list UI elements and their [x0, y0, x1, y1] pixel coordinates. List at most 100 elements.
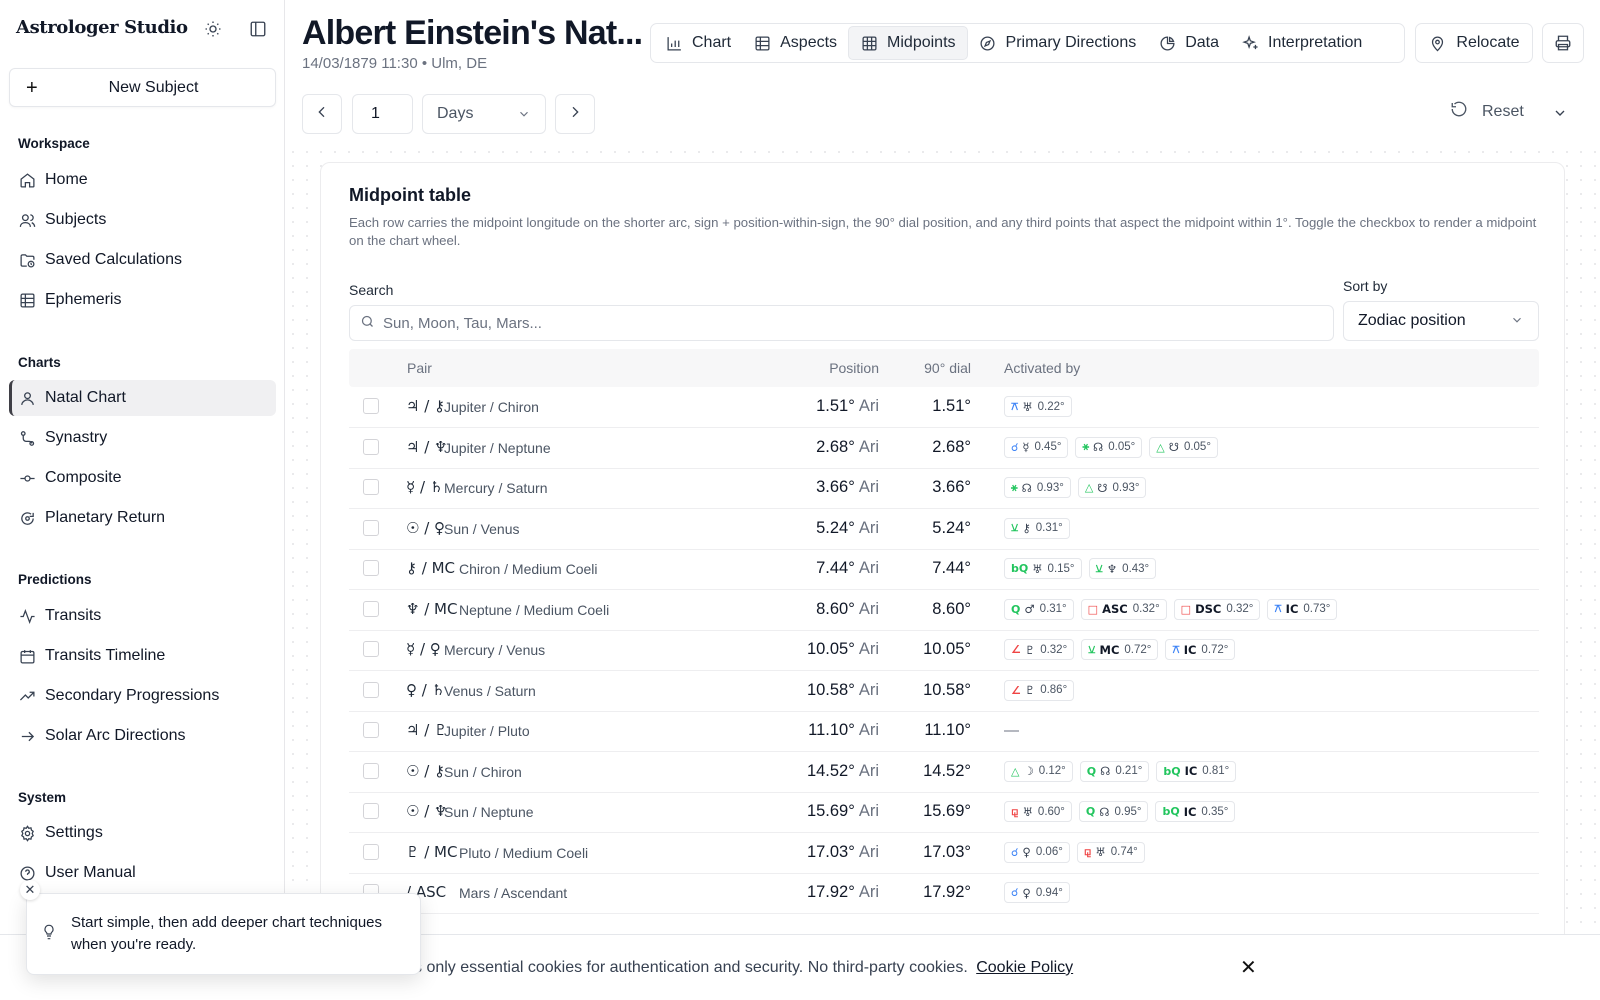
- sparkles-icon: [1241, 34, 1259, 52]
- aspect-orb: 0.05°: [1183, 441, 1211, 453]
- chevron-down-icon: [1510, 313, 1524, 332]
- col-dial: 90° dial: [924, 360, 971, 376]
- sidebar-item-home[interactable]: Home: [9, 162, 276, 198]
- aspect-point: ☊: [1100, 764, 1111, 778]
- aspect-point: DSC: [1195, 602, 1222, 616]
- cookie-policy-link[interactable]: Cookie Policy: [976, 959, 1073, 976]
- new-subject-button[interactable]: + New Subject: [9, 68, 276, 107]
- aspect-point: ♅: [1032, 561, 1043, 576]
- midpoint-position: 11.10° Ari: [808, 721, 879, 740]
- aspect-orb: 0.93°: [1112, 481, 1140, 494]
- row-checkbox[interactable]: [363, 398, 379, 414]
- sidebar-item-subjects[interactable]: Subjects: [9, 202, 276, 238]
- group-label-system: System: [18, 790, 67, 805]
- aspect-chip: ⚺ ⚷ 0.31°: [1004, 517, 1070, 539]
- aspect-glyph: bQ: [1163, 764, 1181, 778]
- step-amount-input[interactable]: 1: [352, 94, 413, 134]
- tab-midpoints[interactable]: Midpoints: [848, 26, 968, 60]
- aspect-glyph: Q: [1086, 764, 1097, 778]
- row-checkbox[interactable]: [363, 479, 379, 495]
- dial-position: 8.60°: [932, 599, 971, 618]
- chevron-down-icon[interactable]: [1552, 105, 1568, 125]
- row-checkbox[interactable]: [363, 600, 379, 617]
- sidebar-item-solar-arc-directions[interactable]: Solar Arc Directions: [9, 718, 276, 754]
- sidebar-item-transits[interactable]: Transits: [9, 598, 276, 634]
- search-icon: [360, 314, 375, 333]
- tab-label: Aspects: [780, 34, 838, 51]
- step-back-button[interactable]: [302, 94, 342, 134]
- row-checkbox[interactable]: [363, 722, 379, 738]
- dial-position: 10.05°: [923, 640, 971, 658]
- sidebar-item-composite[interactable]: Composite: [9, 460, 276, 496]
- sidebar-item-planetary-return[interactable]: Planetary Return: [9, 500, 276, 536]
- chevron-left-icon: [314, 104, 330, 125]
- sidebar-item-secondary-progressions[interactable]: Secondary Progressions: [9, 678, 276, 714]
- close-icon[interactable]: ✕: [1240, 955, 1257, 980]
- no-activation: —: [1004, 722, 1019, 739]
- pair-name: Mercury / Venus: [444, 642, 546, 658]
- row-checkbox[interactable]: [363, 438, 379, 455]
- sidebar-item-ephemeris[interactable]: Ephemeris: [9, 282, 276, 318]
- aspect-point: ☽: [1023, 764, 1034, 778]
- sidebar-toggle-icon[interactable]: [247, 18, 269, 40]
- position-sign: Ari: [858, 437, 879, 456]
- row-checkbox[interactable]: [363, 843, 379, 860]
- activity-icon: [18, 607, 36, 625]
- sidebar-item-user-manual[interactable]: User Manual: [9, 855, 276, 891]
- row-checkbox[interactable]: [363, 803, 379, 819]
- aspect-orb: 0.31°: [1039, 603, 1067, 615]
- sidebar-item-label: User Manual: [45, 864, 136, 881]
- grid-3x3-icon: [860, 34, 878, 52]
- aspect-chip: Q ☊ 0.21°: [1079, 760, 1150, 782]
- cookie-text: s only essential cookies for authenticat…: [414, 959, 1073, 977]
- pair-name: Jupiter / Chiron: [444, 399, 539, 415]
- reset-button[interactable]: Reset: [1450, 100, 1524, 123]
- position-degrees: 1.51°: [816, 397, 855, 415]
- aspect-point: ♀: [1022, 885, 1031, 900]
- row-checkbox[interactable]: [363, 681, 379, 698]
- sidebar-item-saved-calculations[interactable]: Saved Calculations: [9, 242, 276, 278]
- aspect-orb: 0.35°: [1201, 805, 1229, 818]
- aspect-chip: ⚺ MC 0.72°: [1081, 639, 1159, 660]
- aspect-glyph: Q: [1085, 805, 1096, 818]
- step-forward-button[interactable]: [555, 94, 595, 134]
- sidebar-item-synastry[interactable]: Synastry: [9, 420, 276, 456]
- table-row: / ASC Mars / Ascendant 17.92° Ari 17.92° ☌ ♀ 0.…: [349, 873, 1539, 914]
- activated-by: ∠ ♇ 0.86°: [1004, 679, 1075, 701]
- tab-interpretation[interactable]: Interpretation: [1230, 26, 1373, 60]
- activated-by: Q ♂ 0.31° □ ASC 0.32° □ DSC 0.32° ⚻ IC 0.73°: [1004, 598, 1338, 620]
- relocate-button[interactable]: Relocate: [1415, 23, 1533, 63]
- row-checkbox[interactable]: [363, 762, 379, 779]
- search-input[interactable]: [383, 314, 1283, 332]
- aspect-orb: 0.32°: [1226, 603, 1254, 615]
- view-tabs: Chart Aspects Midpoints Primary Directio…: [650, 23, 1405, 63]
- row-checkbox[interactable]: [363, 519, 379, 536]
- midpoint-position: 15.69° Ari: [807, 802, 879, 821]
- search-field[interactable]: [349, 305, 1334, 341]
- tab-primary-directions[interactable]: Primary Directions: [968, 26, 1148, 60]
- table-row: ♃ / ♆ Jupiter / Neptune 2.68° Ari 2.68° ☌ ☿ 0.4…: [349, 428, 1539, 469]
- aspect-orb: 0.32°: [1132, 603, 1160, 615]
- midpoint-position: 10.05° Ari: [807, 640, 879, 659]
- sidebar-item-settings[interactable]: Settings: [9, 815, 276, 851]
- theme-toggle-icon[interactable]: [202, 18, 224, 40]
- plus-icon: +: [26, 77, 38, 99]
- sidebar-item-label: Natal Chart: [45, 389, 126, 406]
- aspect-glyph: □: [1180, 602, 1192, 616]
- step-unit-select[interactable]: Days: [422, 94, 546, 134]
- aspect-orb: 0.81°: [1202, 765, 1230, 777]
- tab-data[interactable]: Data: [1147, 26, 1230, 60]
- close-icon[interactable]: ✕: [20, 880, 40, 900]
- aspect-chip: △ ☽ 0.12°: [1004, 760, 1073, 782]
- sidebar-item-natal-chart[interactable]: Natal Chart: [9, 380, 276, 416]
- row-checkbox[interactable]: [363, 641, 379, 657]
- table-header: Pair Position 90° dial Activated by: [349, 349, 1539, 387]
- print-button[interactable]: [1542, 23, 1584, 63]
- tab-aspects[interactable]: Aspects: [742, 26, 848, 60]
- sidebar-item-transits-timeline[interactable]: Transits Timeline: [9, 638, 276, 674]
- tab-chart[interactable]: Chart: [654, 26, 742, 60]
- position-degrees: 3.66°: [816, 478, 855, 496]
- row-checkbox[interactable]: [363, 560, 379, 576]
- sort-select[interactable]: Zodiac position: [1343, 301, 1539, 341]
- pair-name: Neptune / Medium Coeli: [459, 601, 610, 618]
